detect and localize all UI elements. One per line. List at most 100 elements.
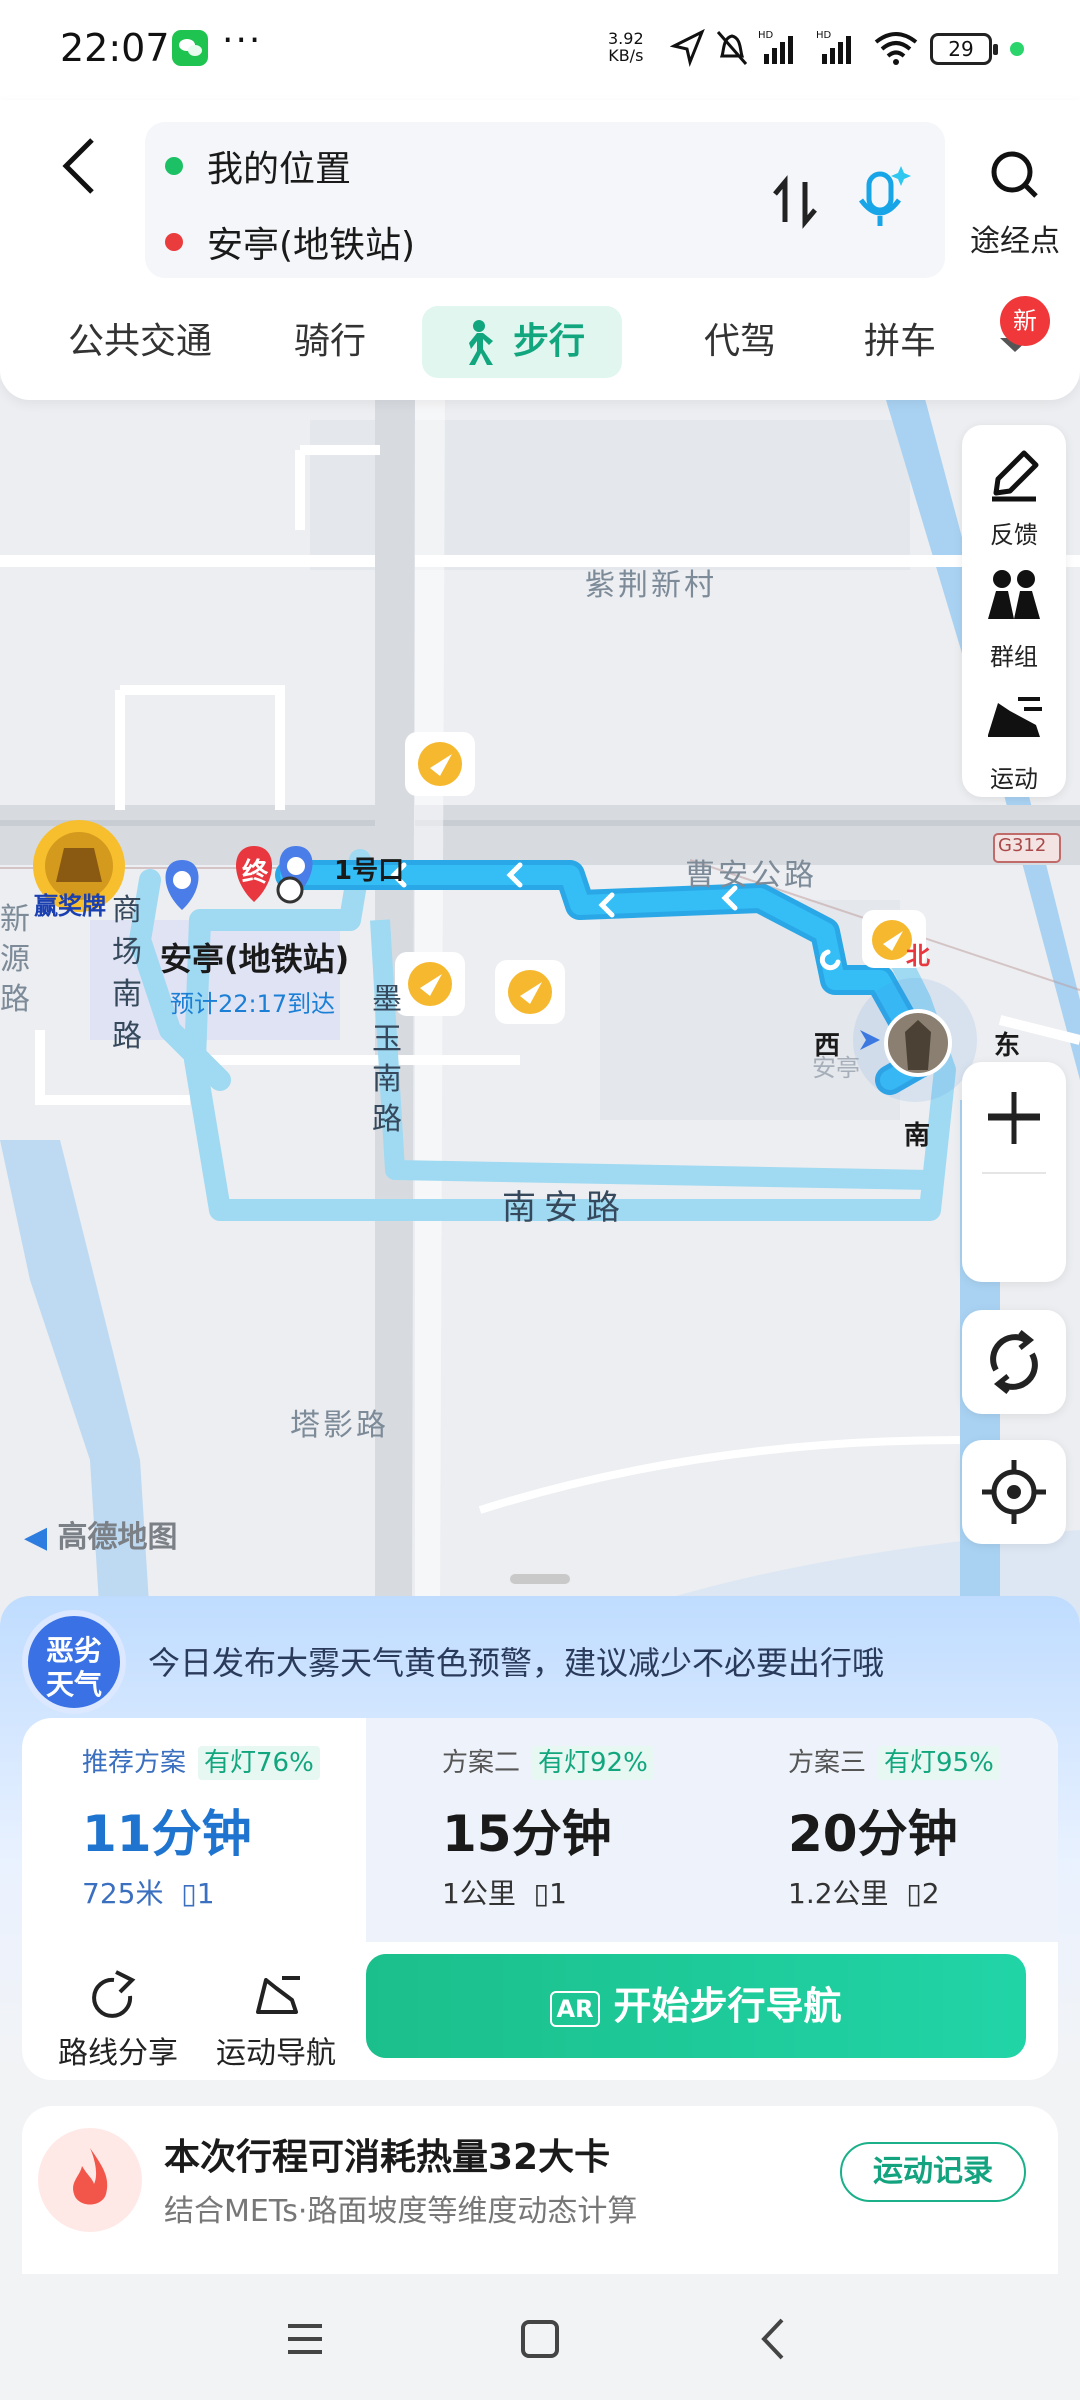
status-bar: 22:07 ··· 3.92 KB/s HD HD 29 (0, 0, 1080, 100)
severe-weather-badge: 恶劣 天气 (22, 1610, 126, 1714)
tab-public-transit[interactable]: 公共交通 (60, 306, 220, 378)
search-icon (991, 151, 1038, 198)
system-nav-bar (0, 2274, 1080, 2400)
location-arrow-icon (670, 28, 705, 68)
sheet-drag-handle[interactable] (510, 1574, 570, 1584)
home-nav-icon[interactable] (515, 2314, 565, 2364)
map-label-caoan-road: 曹安公路 (685, 858, 817, 893)
route-plans-sheet: 恶劣 天气 今日发布大雾天气黄色预警，建议减少不必要出行哦 推荐方案 有灯76% … (0, 1574, 1080, 2274)
origin-row[interactable]: 我的位置 (165, 136, 351, 196)
tab-carpool[interactable]: 拼车 (850, 306, 950, 378)
svg-text:HD: HD (816, 30, 832, 41)
group-people-icon (988, 570, 1040, 619)
origin-dot-icon (165, 157, 183, 175)
new-badge: 新 (1000, 296, 1050, 346)
map-view[interactable]: 赢奖牌 紫荆新村 曹安公路 南安路 墨玉南路 商场南路 塔影路 新源路 G312… (0, 380, 1080, 1620)
plan-option-2[interactable]: 方案二 有灯92% 15分钟 1公里 ▯1 (442, 1718, 742, 1942)
compass-south: 南 (904, 1121, 931, 1151)
swap-route-button[interactable] (765, 172, 825, 232)
route-input-box: 我的位置 安亭(地铁站) (145, 122, 945, 278)
plan-2-name: 方案二 (442, 1748, 521, 1778)
plan-1-distance: 725米 (82, 1877, 164, 1910)
back-nav-icon[interactable] (750, 2314, 800, 2364)
plan-3-crossings: 2 (921, 1877, 940, 1910)
destination-row[interactable]: 安亭(地铁站) (165, 212, 415, 272)
map-label-exit: 1号口 (334, 856, 405, 886)
zoom-controls (962, 1062, 1066, 1282)
plan-2-crossings: 1 (549, 1877, 567, 1910)
medal-label: 赢奖牌 (34, 892, 106, 920)
flame-icon (38, 2128, 142, 2232)
traffic-light-icon: ▯ (906, 1877, 922, 1910)
plan-3-time: 20分钟 (788, 1805, 958, 1863)
tab-cycling[interactable]: 骑行 (280, 306, 380, 378)
plan-3-head: 方案三 有灯95% (788, 1742, 1000, 1780)
plan-3-distance: 1.2公里 (788, 1877, 889, 1910)
map-label-station[interactable]: 安亭(地铁站) (160, 934, 349, 980)
plan-3-lights: 有灯95% (878, 1746, 1000, 1780)
tab-walking[interactable]: 步行 (422, 306, 622, 378)
map-label-g312: G312 (998, 835, 1047, 856)
locate-crosshair-icon (982, 1460, 1046, 1524)
wechat-notification-icon (172, 30, 208, 66)
more-notifications-icon: ··· (222, 20, 263, 61)
amap-logo-icon: ◀ (24, 1520, 48, 1555)
plan-3-meta: 1.2公里 ▯2 (788, 1872, 940, 1912)
net-speed-unit: KB/s (608, 46, 644, 65)
traffic-light-icon: ▯ (533, 1877, 550, 1910)
back-button[interactable] (52, 130, 112, 200)
plan-1-lights: 有灯76% (198, 1746, 320, 1780)
locate-me-button[interactable] (962, 1440, 1066, 1544)
weather-badge-bottom: 天气 (45, 1668, 102, 1701)
feedback-button[interactable]: 反馈 (962, 435, 1066, 555)
route-header: 我的位置 安亭(地铁站) 途经点 公共交通 骑行 步行 代驾 拼车 新 (0, 100, 1080, 400)
amap-logo-text: 高德地图 (57, 1520, 178, 1555)
plan-1-crossings: 1 (196, 1877, 215, 1910)
plan-1-head: 推荐方案 有灯76% (82, 1742, 320, 1780)
ar-icon: AR (550, 1990, 600, 2027)
signal-1-icon: HD (758, 30, 793, 64)
weather-badge-top: 恶劣 (45, 1634, 102, 1667)
menu-nav-icon[interactable] (280, 2314, 330, 2364)
plan-2-time: 15分钟 (442, 1805, 612, 1863)
sport-navigation-button[interactable]: 运动导航 (206, 1968, 346, 2071)
start-walk-navigation-button[interactable]: AR 开始步行导航 (366, 1954, 1026, 2058)
plan-3-name: 方案三 (788, 1748, 867, 1778)
origin-text: 我的位置 (207, 149, 352, 190)
sport-navigation-label: 运动导航 (216, 2036, 336, 2071)
sport-record-button[interactable]: 运动记录 (840, 2142, 1026, 2202)
zoom-out-button[interactable] (962, 1062, 1066, 1172)
plan-1-meta: 725米 ▯1 (82, 1872, 215, 1912)
weather-warning-text[interactable]: 今日发布大雾天气黄色预警，建议减少不必要出行哦 (148, 1638, 884, 1684)
waypoint-button[interactable]: 途经点 (960, 140, 1070, 260)
refresh-icon (990, 1330, 1038, 1394)
amap-logo: ◀ 高德地图 (24, 1512, 178, 1556)
feedback-label: 反馈 (990, 521, 1038, 549)
voice-input-button[interactable] (845, 160, 915, 240)
plan-option-1[interactable]: 推荐方案 有灯76% 11分钟 725米 ▯1 (82, 1718, 362, 1942)
sport-button[interactable]: 运动 (962, 679, 1066, 799)
wifi-icon (874, 32, 918, 65)
net-speed-value: 3.92 (608, 29, 644, 48)
start-walk-navigation-label: 开始步行导航 (613, 1984, 842, 2028)
route-share-button[interactable]: 路线分享 (48, 1968, 188, 2071)
calorie-subtitle: 结合METs·路面坡度等维度动态计算 (164, 2194, 638, 2229)
group-button[interactable]: 群组 (962, 557, 1066, 677)
route-share-label: 路线分享 (58, 2036, 178, 2071)
tab-designated-driver[interactable]: 代驾 (690, 306, 790, 378)
feedback-pen-icon (992, 450, 1039, 502)
signal-2-icon: HD (816, 30, 851, 64)
compass-north: 北 (906, 942, 930, 970)
plan-option-3[interactable]: 方案三 有灯95% 20分钟 1.2公里 ▯2 (788, 1718, 1048, 1942)
refresh-route-button[interactable] (962, 1310, 1066, 1414)
calorie-title: 本次行程可消耗热量32大卡 (164, 2137, 611, 2178)
walking-person-icon (468, 320, 493, 365)
status-time: 22:07 (60, 26, 170, 70)
sport-shoe-icon (988, 697, 1042, 737)
map-side-toolbar: 反馈 群组 运动 (962, 425, 1066, 797)
plan-1-name: 推荐方案 (82, 1748, 187, 1778)
map-label-anting-faint: 安亭 (812, 1054, 860, 1082)
sport-label: 运动 (990, 765, 1038, 793)
traffic-light-icon: ▯ (181, 1877, 197, 1910)
map-label-moyu-road: 墨玉南路 (372, 982, 405, 1137)
